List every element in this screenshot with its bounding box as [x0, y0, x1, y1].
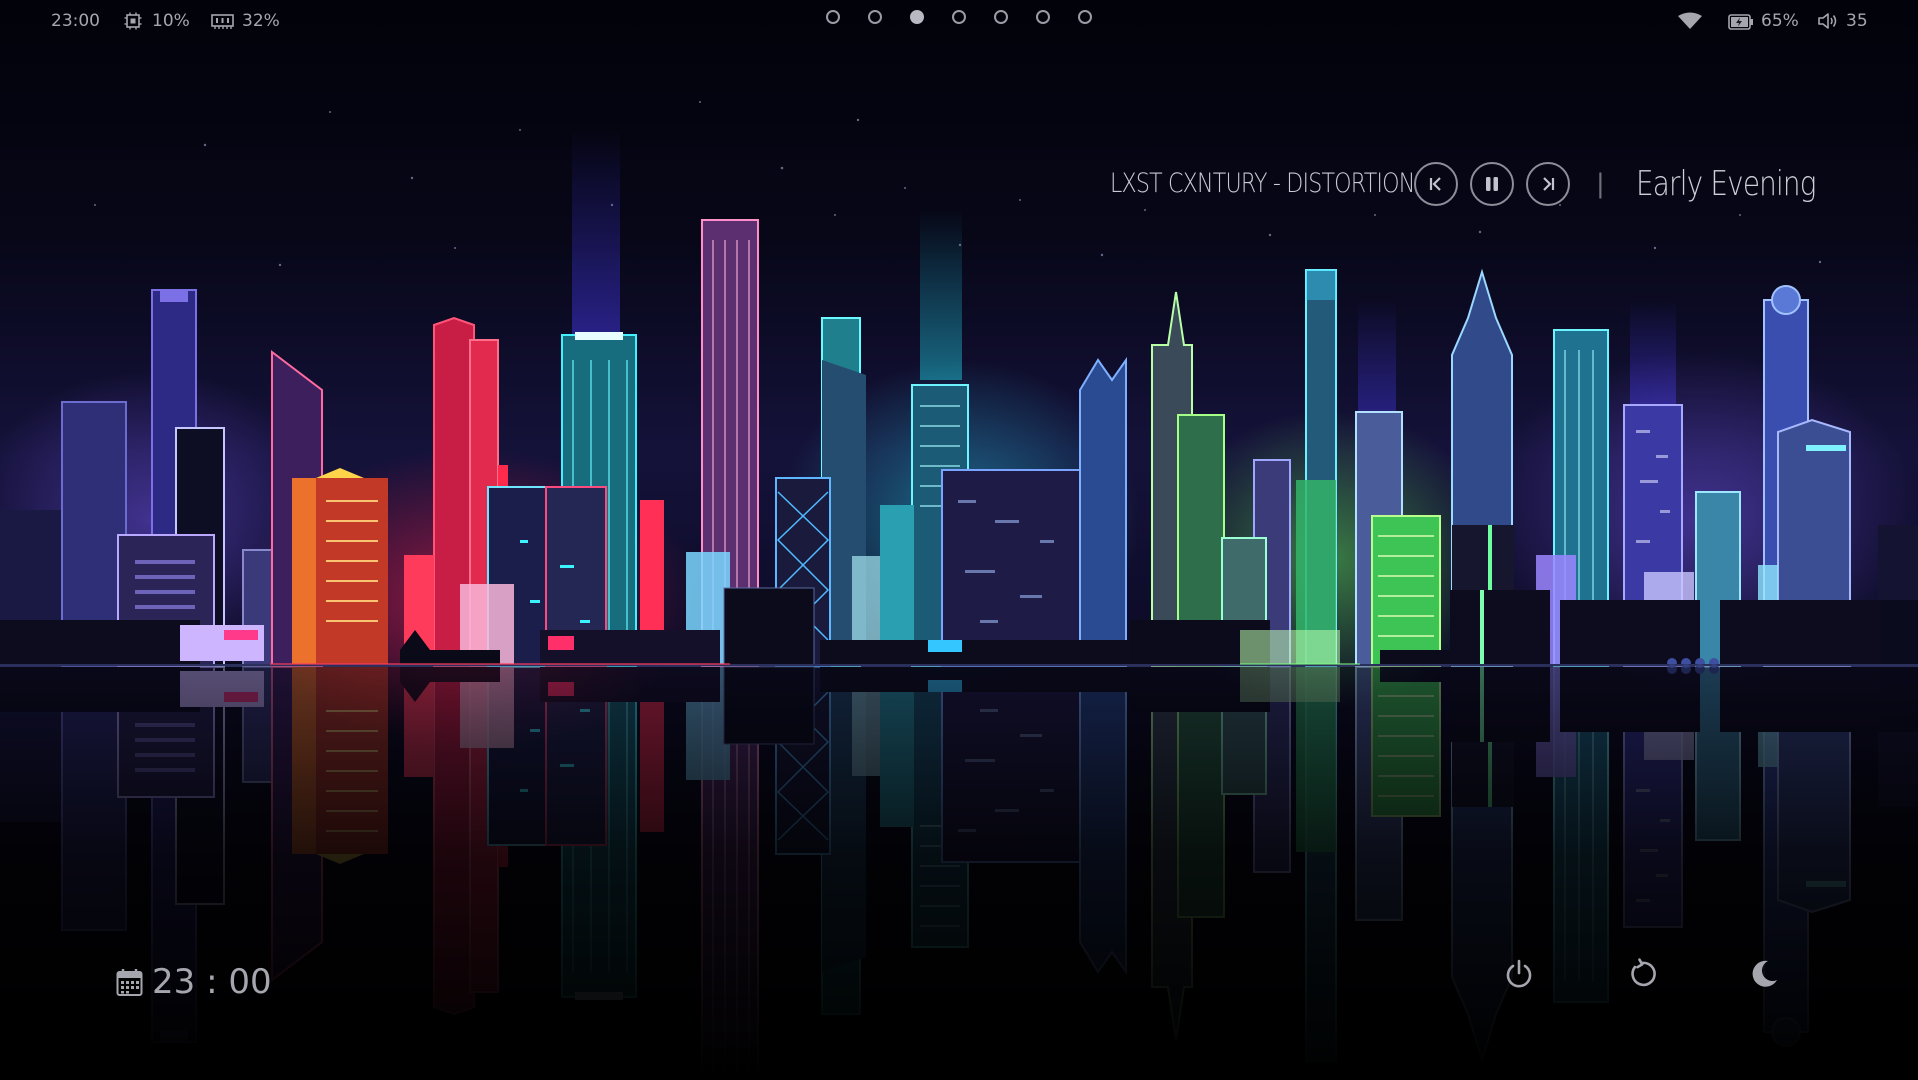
- volume-level: 35: [1846, 11, 1868, 31]
- skip-previous-icon: [1429, 177, 1441, 191]
- workspace-1[interactable]: [826, 10, 840, 24]
- clock-display: 23 : 00: [152, 962, 272, 1002]
- speaker-icon[interactable]: [1817, 12, 1839, 34]
- wifi-icon[interactable]: [1677, 12, 1703, 34]
- sleep-button[interactable]: [1742, 952, 1786, 996]
- workspace-7[interactable]: [1078, 10, 1092, 24]
- player-separator: |: [1596, 169, 1605, 199]
- next-button[interactable]: [1526, 162, 1570, 206]
- desktop: 23:00 10% 32% 65% 35 LXST CXNTURY - DIST…: [0, 0, 1918, 1080]
- restart-button[interactable]: [1620, 952, 1664, 996]
- cpu-usage: 10%: [152, 11, 190, 31]
- battery-level: 65%: [1761, 11, 1799, 31]
- track-title: LXST CXNTURY - DISTORTION: [1110, 168, 1415, 199]
- wallpaper-city-skyline: [0, 0, 1918, 1080]
- cpu-icon: [124, 12, 142, 34]
- pause-button[interactable]: [1470, 162, 1514, 206]
- workspace-4[interactable]: [952, 10, 966, 24]
- previous-button[interactable]: [1414, 162, 1458, 206]
- skip-next-icon: [1543, 177, 1555, 191]
- workspace-3[interactable]: [910, 10, 924, 24]
- memory-icon: [211, 13, 234, 34]
- restart-icon: [1631, 958, 1656, 987]
- battery-charging-icon: [1728, 14, 1754, 34]
- pause-icon: [1486, 177, 1498, 191]
- moon-icon: [1752, 960, 1777, 987]
- calendar-icon: [116, 968, 143, 1001]
- shutdown-button[interactable]: [1497, 952, 1541, 996]
- greeting-label: Early Evening: [1636, 164, 1817, 204]
- workspace-5[interactable]: [994, 10, 1008, 24]
- memory-usage: 32%: [242, 11, 280, 31]
- time-label: 23:00: [51, 11, 100, 31]
- workspace-2[interactable]: [868, 10, 882, 24]
- workspace-6[interactable]: [1036, 10, 1050, 24]
- power-icon: [1506, 959, 1532, 988]
